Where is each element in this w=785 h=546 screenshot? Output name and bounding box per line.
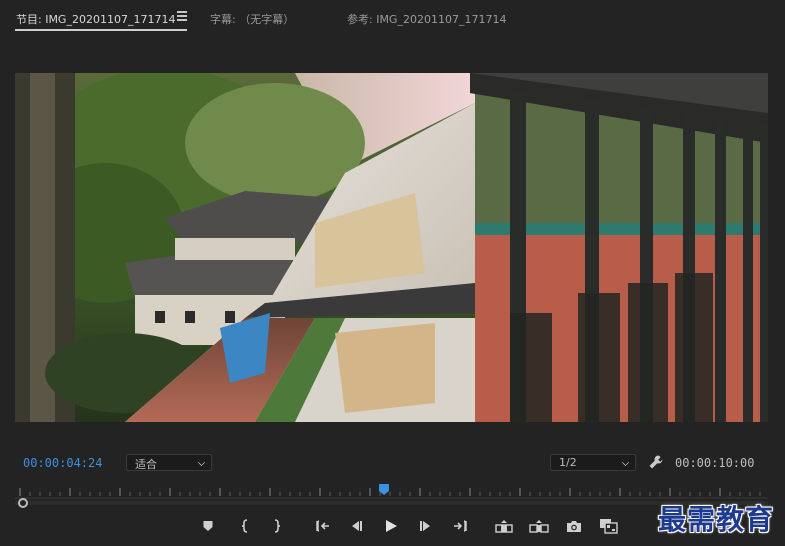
zoom-level-select[interactable]: 适合 <box>126 454 212 471</box>
step-forward-icon <box>420 521 430 531</box>
mark-out-button[interactable] <box>267 517 287 535</box>
step-back-button[interactable] <box>346 517 366 535</box>
compare-view-icon <box>600 519 618 534</box>
timeline-ruler[interactable] <box>15 483 768 499</box>
step-back-icon <box>352 521 362 531</box>
active-tab-underline <box>15 29 187 31</box>
video-frame <box>15 73 768 422</box>
program-monitor-video[interactable] <box>15 73 768 422</box>
tab-program[interactable]: 节目: IMG_20201107_171714 <box>16 11 175 27</box>
watermark-logo: 最需教育 <box>658 503 775 536</box>
playback-resolution-select[interactable]: 1/2 <box>550 454 636 471</box>
marker-icon <box>203 521 213 531</box>
chevron-down-icon <box>622 459 629 466</box>
play-icon <box>386 520 397 532</box>
camera-icon <box>567 520 581 532</box>
compare-view-button[interactable] <box>599 517 619 535</box>
duration-timecode: 00:00:10:00 <box>675 456 755 470</box>
hamburger-menu-icon[interactable] <box>177 11 187 21</box>
go-to-out-icon <box>454 520 467 532</box>
step-forward-button[interactable] <box>416 517 436 535</box>
go-to-in-icon <box>316 520 329 532</box>
add-marker-button[interactable] <box>198 517 218 535</box>
lift-button[interactable] <box>494 517 514 535</box>
tab-captions[interactable]: 字幕: （无字幕） <box>210 11 294 27</box>
zoom-level-value: 适合 <box>135 458 157 471</box>
current-timecode[interactable]: 00:00:04:24 <box>23 456 102 470</box>
go-to-in-button[interactable] <box>313 517 333 535</box>
chevron-down-icon <box>198 459 205 466</box>
export-frame-button[interactable] <box>564 517 584 535</box>
lift-icon <box>495 520 513 533</box>
zoom-scrollbar-handle[interactable] <box>18 498 28 508</box>
panel-tab-bar: 节目: IMG_20201107_171714 字幕: （无字幕） 参考: IM… <box>0 0 785 34</box>
playback-resolution-value: 1/2 <box>559 456 577 469</box>
mark-in-icon <box>241 519 248 533</box>
play-button[interactable] <box>381 517 401 535</box>
tab-reference[interactable]: 参考: IMG_20201107_171714 <box>347 11 506 27</box>
wrench-icon[interactable] <box>648 454 664 470</box>
playhead-marker[interactable] <box>378 484 389 495</box>
mark-in-button[interactable] <box>235 517 255 535</box>
zoom-scrollbar[interactable] <box>15 499 768 507</box>
extract-button[interactable] <box>529 517 549 535</box>
go-to-out-button[interactable] <box>450 517 470 535</box>
extract-icon <box>529 520 549 533</box>
mark-out-icon <box>274 519 281 533</box>
